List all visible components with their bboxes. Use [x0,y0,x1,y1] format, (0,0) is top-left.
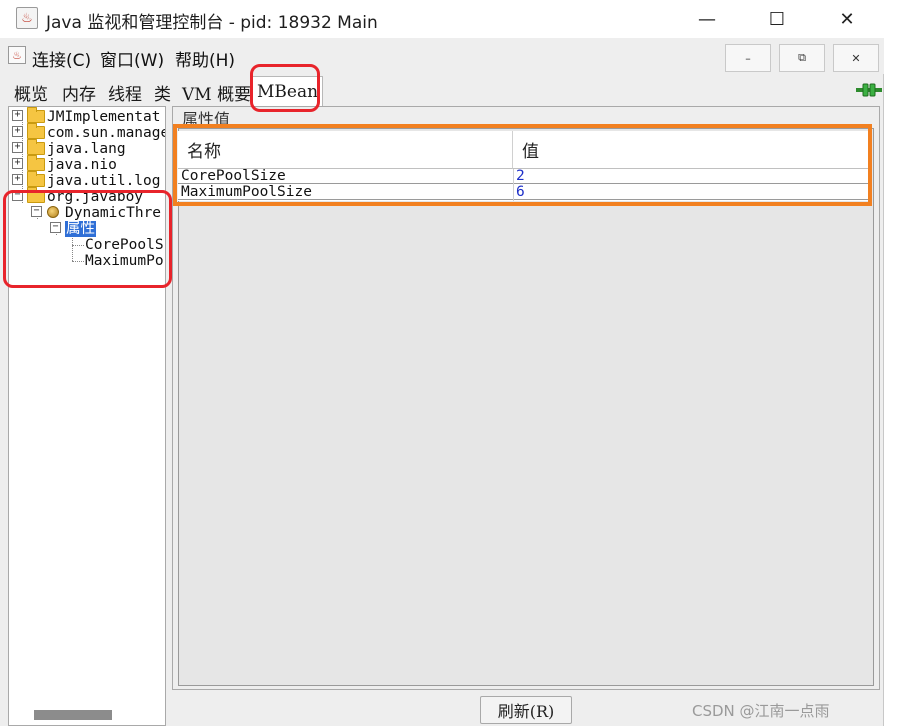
tab-classes[interactable]: 类 [150,78,175,106]
selected-node-label: 属性 [65,221,96,237]
expand-toggle[interactable]: + [12,158,23,169]
folder-icon [27,171,45,187]
menu-help[interactable]: 帮助(H) [175,46,235,71]
attr-name-maximumpoolsize[interactable]: MaximumPoolSize [178,184,513,200]
tree-guide-line [72,233,73,261]
attr-value-maximumpoolsize[interactable]: 6 [513,184,868,200]
collapse-toggle[interactable]: − [50,222,61,233]
tree-node-java-util-logging[interactable]: java.util.log [47,173,161,189]
column-header-name[interactable]: 名称 [178,131,513,169]
menu-connection[interactable]: 连接(C) [32,46,91,71]
menu-bar: ♨ 连接(C) 窗口(W) 帮助(H) – ⧉ ✕ [0,38,884,74]
expand-toggle[interactable]: + [12,174,23,185]
collapse-toggle[interactable]: − [31,206,42,217]
tab-memory[interactable]: 内存 [58,78,100,106]
attr-name-corepoolsize[interactable]: CorePoolSize [178,168,513,184]
attr-value-corepoolsize[interactable]: 2 [513,168,868,184]
tree-node-attributes[interactable]: 属性 [65,221,96,237]
folder-icon [27,187,45,203]
column-header-value[interactable]: 值 [513,131,868,169]
tree-guide-line [72,261,84,262]
app-window: ♨ Java 监视和管理控制台 - pid: 18932 Main — ☐ ✕ … [0,0,884,726]
tree-node-java-nio[interactable]: java.nio [47,157,117,173]
close-button[interactable]: ✕ [812,0,882,38]
title-bar: ♨ Java 监视和管理控制台 - pid: 18932 Main — ☐ ✕ [0,0,884,38]
folder-icon [27,155,45,171]
tree-node-dynamic-thread-pool[interactable]: DynamicThre [65,205,161,221]
java-app-icon[interactable]: ♨ [8,46,26,64]
watermark: CSDN @江南一点雨 [692,702,830,720]
tree-node-com-sun-management[interactable]: com.sun.manage [47,125,165,141]
inner-restore-button[interactable]: ⧉ [779,44,825,72]
tab-strip: 概览 内存 线程 类 VM 概要 MBean [8,74,884,106]
attribute-table: 名称 值 CorePoolSize 2 MaximumPoolSize 6 [178,131,868,201]
tab-threads[interactable]: 线程 [104,78,146,106]
tree-node-maximumpoolsize[interactable]: MaximumPo [85,253,164,269]
column-divider [513,169,514,201]
tree-node-org-javaboy[interactable]: org.javaboy [47,189,143,205]
attribute-table-frame [178,128,874,686]
java-coffee-icon: ♨ [16,7,38,29]
maximize-button[interactable]: ☐ [742,0,812,38]
refresh-button[interactable]: 刷新(R) [480,696,572,724]
folder-icon [27,107,45,123]
minimize-button[interactable]: — [672,0,742,38]
tab-vm-summary[interactable]: VM 概要 [178,78,255,106]
tab-mbean[interactable]: MBean [252,76,324,106]
connection-status-icon [856,83,882,97]
horizontal-scrollbar[interactable] [34,710,112,720]
mbean-tree: + JMImplementat + com.sun.manage + java.… [8,106,166,726]
tree-guide-line [72,245,84,246]
tree-node-jmimplementation[interactable]: JMImplementat [47,109,161,125]
section-title: 属性值 [182,110,231,129]
folder-icon [27,139,45,155]
expand-toggle[interactable]: + [12,142,23,153]
tree-node-corepoolsize[interactable]: CorePoolS [85,237,164,253]
tab-overview[interactable]: 概览 [10,78,52,106]
window-title: Java 监视和管理控制台 - pid: 18932 Main [46,13,378,33]
inner-close-button[interactable]: ✕ [833,44,879,72]
collapse-toggle[interactable]: − [12,190,23,201]
folder-icon [27,123,45,139]
menu-window[interactable]: 窗口(W) [100,46,164,71]
tree-node-java-lang[interactable]: java.lang [47,141,126,157]
expand-toggle[interactable]: + [12,126,23,137]
bean-icon [47,206,59,218]
expand-toggle[interactable]: + [12,110,23,121]
inner-minimize-button[interactable]: – [725,44,771,72]
